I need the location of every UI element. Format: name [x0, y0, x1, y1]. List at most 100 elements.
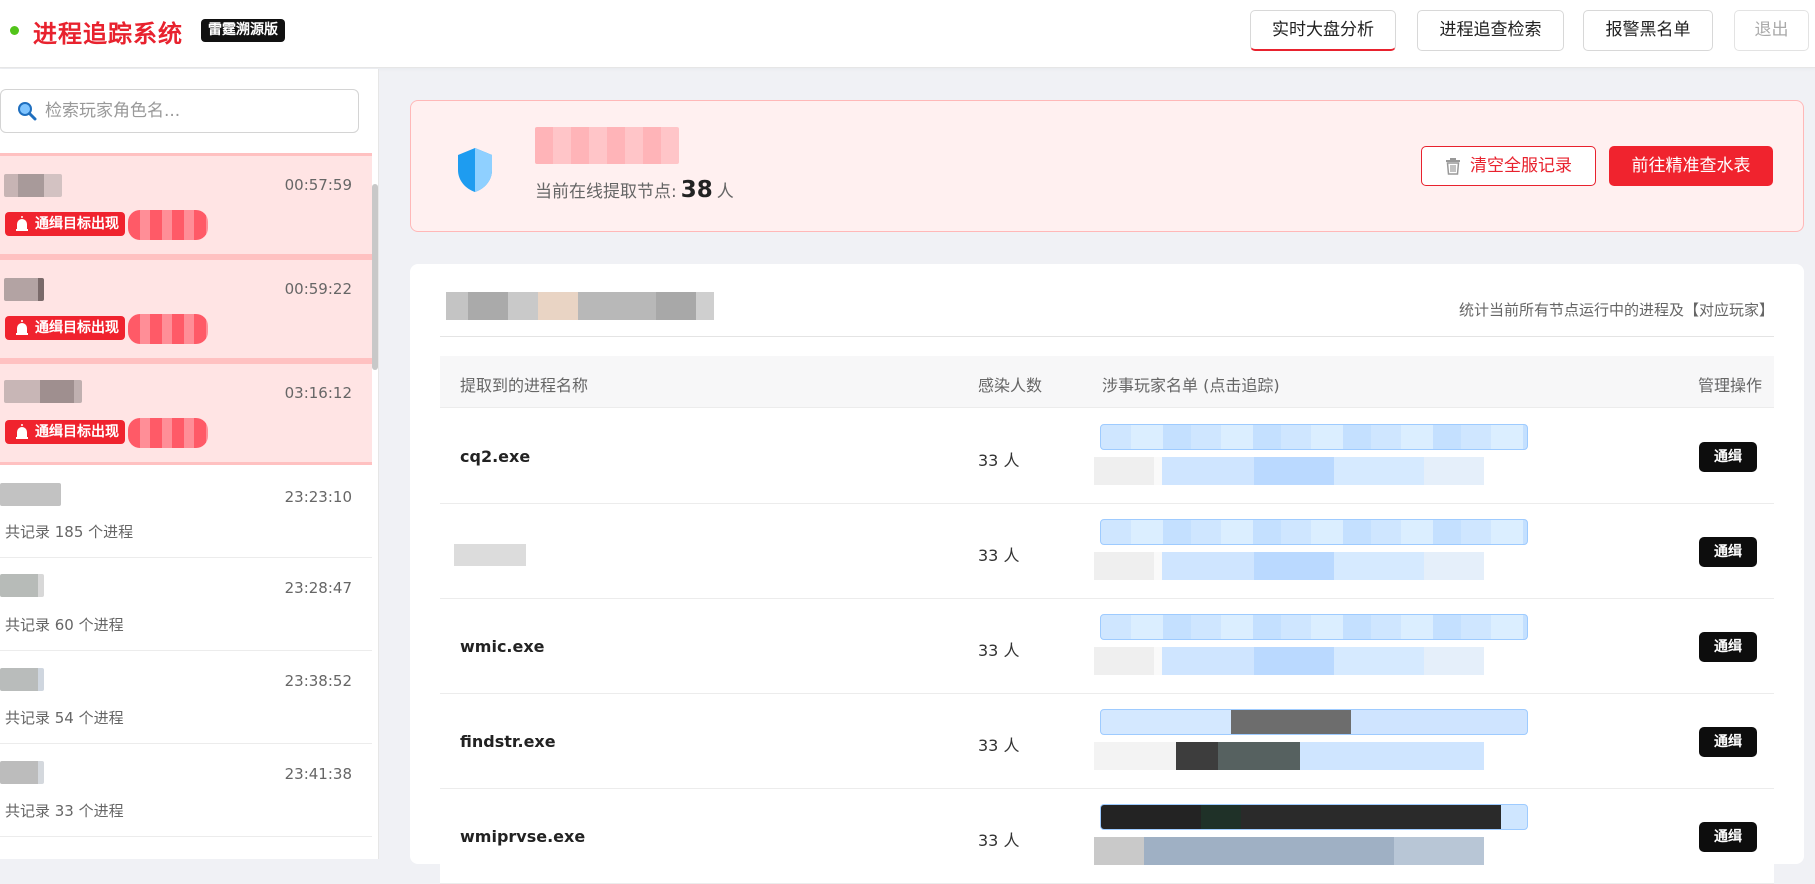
process-count: 共记录 60 个进程 [5, 616, 124, 634]
nav-realtime-dashboard[interactable]: 实时大盘分析 [1250, 10, 1396, 51]
infected-count: 33 人 [978, 641, 1020, 660]
trash-icon [1446, 158, 1460, 175]
session-item-alert[interactable]: 00:57:59 通缉目标出现 [0, 153, 372, 257]
process-count: 共记录 54 个进程 [5, 709, 124, 727]
session-item[interactable]: 23:41:38 共记录 33 个进程 [0, 744, 372, 837]
card-title-redacted [446, 292, 714, 320]
player-name-redacted [4, 380, 82, 403]
session-item[interactable]: 23:28:47 共记录 60 个进程 [0, 558, 372, 651]
process-name: findstr.exe [460, 732, 556, 751]
process-table-card: 统计当前所有节点运行中的进程及【对应玩家】 提取到的进程名称 感染人数 涉事玩家… [410, 264, 1804, 884]
table-header: 提取到的进程名称 感染人数 涉事玩家名单 (点击追踪) 管理操作 [440, 356, 1774, 408]
target-name-redacted [128, 418, 208, 448]
session-time: 00:57:59 [284, 176, 352, 194]
process-name: wmiprvse.exe [460, 827, 586, 846]
player-name-redacted [4, 174, 62, 197]
siren-icon [16, 216, 28, 231]
overview-panel: 当前在线提取节点: 38 人 清空全服记录 前往精准查水表 [410, 100, 1804, 232]
panel-title-redacted [535, 127, 679, 164]
wanted-alert-badge: 通缉目标出现 [5, 316, 125, 340]
wanted-button[interactable]: 通缉 [1699, 442, 1757, 472]
card-note: 统计当前所有节点运行中的进程及【对应玩家】 [1458, 301, 1774, 319]
wanted-button[interactable]: 通缉 [1699, 632, 1757, 662]
player-list-redacted[interactable] [1094, 647, 1484, 675]
siren-icon [16, 424, 28, 439]
player-list-redacted[interactable] [1094, 742, 1484, 770]
process-count: 共记录 33 个进程 [5, 802, 124, 820]
target-name-redacted [128, 314, 208, 344]
online-nodes-count: 38 [680, 177, 713, 203]
app-title: 进程追踪系统 [33, 20, 183, 48]
sidebar-scrollbar[interactable] [372, 184, 378, 370]
clear-all-records-label: 清空全服记录 [1470, 156, 1572, 176]
player-search-input[interactable] [45, 98, 345, 124]
header-players: 涉事玩家名单 (点击追踪) [1102, 376, 1280, 395]
search-icon [18, 102, 37, 121]
infected-count: 33 人 [978, 831, 1020, 850]
process-count: 共记录 185 个进程 [5, 523, 134, 541]
session-item-alert[interactable]: 03:16:12 通缉目标出现 [0, 361, 372, 465]
table-row: 33 人 通缉 [440, 504, 1774, 599]
siren-icon [16, 320, 28, 335]
player-list-redacted[interactable] [1094, 552, 1484, 580]
player-name-redacted [4, 278, 44, 301]
player-name-redacted [0, 574, 44, 597]
online-nodes-unit: 人 [716, 182, 734, 202]
table-row: findstr.exe 33 人 通缉 [440, 694, 1774, 789]
session-time: 23:23:10 [284, 488, 352, 506]
alert-badge-label: 通缉目标出现 [35, 424, 119, 440]
process-name: wmic.exe [460, 637, 545, 656]
online-nodes-stat: 当前在线提取节点: 38 人 [535, 177, 734, 203]
target-name-redacted [128, 210, 208, 240]
wanted-button[interactable]: 通缉 [1699, 822, 1757, 852]
session-time: 23:41:38 [284, 765, 352, 783]
logout-button[interactable]: 退出 [1734, 10, 1809, 51]
player-name-redacted [0, 668, 44, 691]
alert-badge-label: 通缉目标出现 [35, 216, 119, 232]
wanted-button[interactable]: 通缉 [1699, 727, 1757, 757]
player-name-redacted [0, 483, 61, 506]
process-name: cq2.exe [460, 447, 531, 466]
wanted-alert-badge: 通缉目标出现 [5, 212, 125, 236]
player-list-redacted[interactable] [1100, 709, 1528, 735]
player-list-redacted[interactable] [1094, 457, 1484, 485]
wanted-button[interactable]: 通缉 [1699, 537, 1757, 567]
session-time: 03:16:12 [284, 384, 352, 402]
goto-precise-check-button[interactable]: 前往精准查水表 [1609, 146, 1773, 186]
session-item[interactable]: 23:38:52 共记录 54 个进程 [0, 651, 372, 744]
online-nodes-label: 当前在线提取节点: [535, 182, 677, 202]
online-status-dot [10, 26, 19, 35]
infected-count: 33 人 [978, 546, 1020, 565]
session-time: 23:28:47 [284, 579, 352, 597]
session-time: 00:59:22 [284, 280, 352, 298]
table-row: wmic.exe 33 人 通缉 [440, 599, 1774, 694]
wanted-alert-badge: 通缉目标出现 [5, 420, 125, 444]
nav-process-search[interactable]: 进程追查检索 [1417, 10, 1564, 51]
session-sidebar: 00:57:59 通缉目标出现 00:59:22 通缉目标出现 03:16:12… [0, 69, 379, 859]
process-name-redacted [454, 544, 526, 566]
session-list: 00:57:59 通缉目标出现 00:59:22 通缉目标出现 03:16:12… [0, 153, 372, 837]
edition-badge: 雷霆溯源版 [201, 19, 285, 42]
player-list-redacted[interactable] [1100, 614, 1528, 640]
clear-all-records-button[interactable]: 清空全服记录 [1421, 146, 1596, 186]
divider [440, 336, 1774, 337]
player-list-redacted[interactable] [1100, 519, 1528, 545]
session-time: 23:38:52 [284, 672, 352, 690]
shield-icon [458, 148, 492, 192]
alert-badge-label: 通缉目标出现 [35, 320, 119, 336]
nav-alert-blacklist[interactable]: 报警黑名单 [1583, 10, 1713, 51]
player-list-redacted[interactable] [1094, 837, 1484, 865]
player-list-redacted[interactable] [1100, 804, 1528, 830]
infected-count: 33 人 [978, 451, 1020, 470]
header-infected-count: 感染人数 [978, 376, 1043, 395]
player-search-box[interactable] [0, 89, 359, 133]
top-bar: 进程追踪系统 雷霆溯源版 实时大盘分析 进程追查检索 报警黑名单 退出 [0, 0, 1815, 68]
session-item-alert[interactable]: 00:59:22 通缉目标出现 [0, 257, 372, 361]
header-actions: 管理操作 [1698, 376, 1763, 395]
header-process-name: 提取到的进程名称 [460, 376, 589, 395]
player-name-redacted [0, 761, 44, 784]
player-list-redacted[interactable] [1100, 424, 1528, 450]
table-row: wmiprvse.exe 33 人 通缉 [440, 789, 1774, 884]
session-item[interactable]: 23:23:10 共记录 185 个进程 [0, 465, 372, 558]
infected-count: 33 人 [978, 736, 1020, 755]
